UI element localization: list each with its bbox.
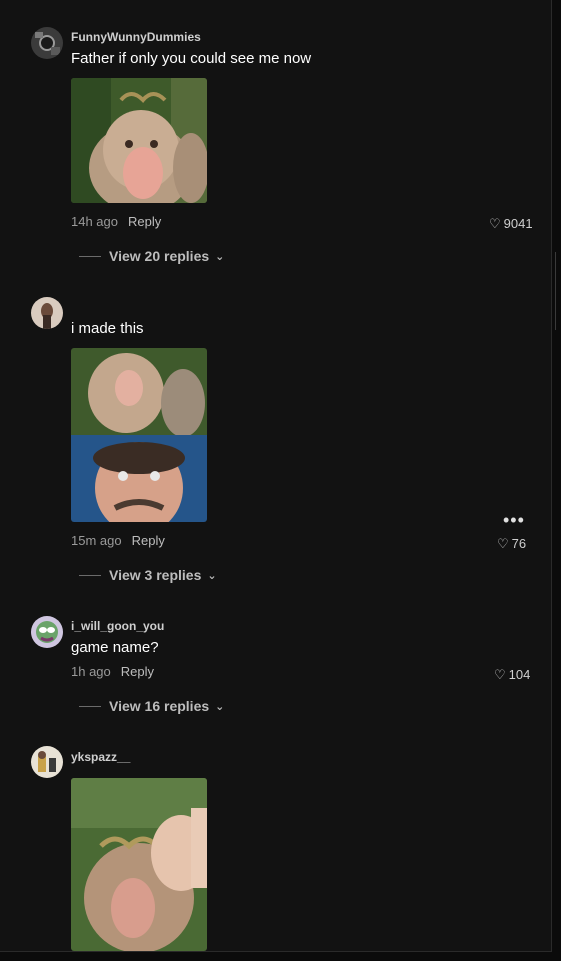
like-button[interactable]: ♡ 76 xyxy=(497,536,526,552)
avatar[interactable] xyxy=(31,746,63,778)
chevron-down-icon: ⌄ xyxy=(215,700,225,713)
more-horizontal-icon: ••• xyxy=(503,510,525,530)
scrollbar-track[interactable] xyxy=(551,0,561,961)
like-button[interactable]: ♡ 104 xyxy=(494,667,530,683)
window-bottom-edge xyxy=(0,951,552,961)
comment-timestamp: 15m ago xyxy=(71,533,122,548)
like-count: 76 xyxy=(511,536,527,551)
view-replies-label: View 3 replies xyxy=(109,567,202,583)
reply-button[interactable]: Reply xyxy=(121,664,154,679)
avatar[interactable] xyxy=(31,27,63,59)
avatar[interactable] xyxy=(31,297,63,329)
view-replies-button[interactable]: View 3 replies ⌄ xyxy=(79,567,217,583)
side-panel-edge xyxy=(555,252,561,330)
avatar[interactable] xyxy=(31,616,63,648)
more-options-button[interactable]: ••• xyxy=(503,511,525,529)
comment-username[interactable]: FunnyWunnyDummies xyxy=(71,30,201,44)
like-count: 9041 xyxy=(503,216,533,231)
thread-line xyxy=(79,574,101,576)
heart-outline-icon: ♡ xyxy=(497,536,509,551)
like-button[interactable]: ♡ 9041 xyxy=(489,216,533,232)
heart-outline-icon: ♡ xyxy=(489,216,501,231)
view-replies-button[interactable]: View 16 replies ⌄ xyxy=(79,698,224,714)
reply-button[interactable]: Reply xyxy=(128,214,161,229)
view-replies-button[interactable]: View 20 replies ⌄ xyxy=(79,248,224,264)
comment-text: game name? xyxy=(71,639,159,656)
comment-meta: 15m ago Reply xyxy=(71,533,165,548)
comment-text: Father if only you could see me now xyxy=(71,50,312,67)
comment-meta: 1h ago Reply xyxy=(71,664,154,679)
comment-username[interactable]: i_will_goon_you xyxy=(71,619,164,633)
comment-timestamp: 1h ago xyxy=(71,664,111,679)
chevron-down-icon: ⌄ xyxy=(215,250,225,263)
comment-text: i made this xyxy=(71,320,144,337)
view-replies-label: View 16 replies xyxy=(109,698,210,714)
comment-image[interactable] xyxy=(71,348,207,522)
view-replies-label: View 20 replies xyxy=(109,248,210,264)
heart-outline-icon: ♡ xyxy=(494,667,506,682)
comment-meta: 14h ago Reply xyxy=(71,214,161,229)
comment-username[interactable]: ykspazz__ xyxy=(71,750,130,764)
thread-line xyxy=(79,705,101,707)
reply-button[interactable]: Reply xyxy=(132,533,165,548)
comment-image[interactable] xyxy=(71,778,207,951)
comment-timestamp: 14h ago xyxy=(71,214,118,229)
comment-image[interactable] xyxy=(71,78,207,203)
like-count: 104 xyxy=(508,667,531,682)
thread-line xyxy=(79,255,101,257)
chevron-down-icon: ⌄ xyxy=(207,569,217,582)
